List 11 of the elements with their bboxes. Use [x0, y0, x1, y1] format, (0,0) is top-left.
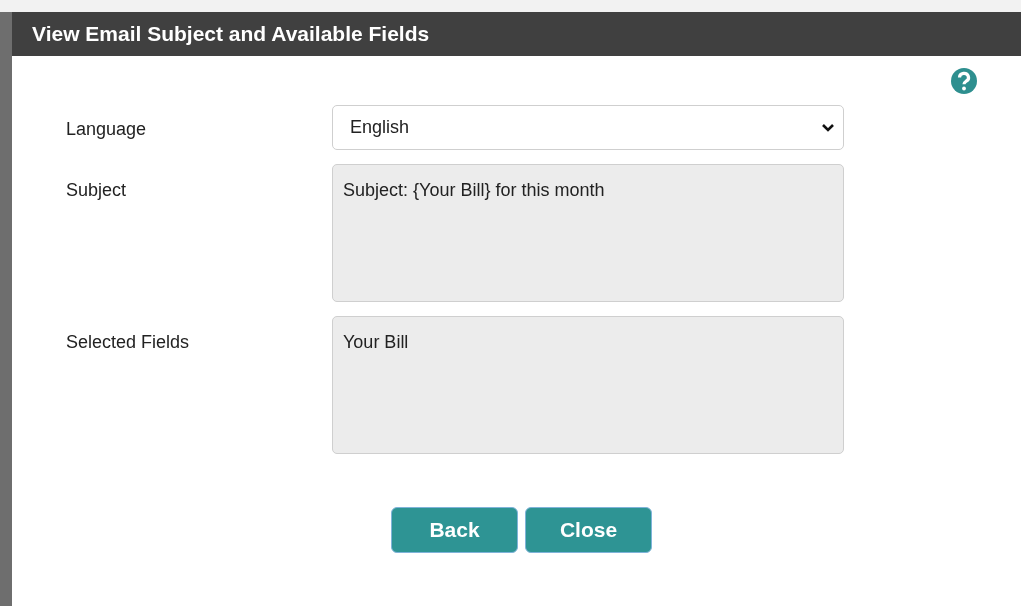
text-area[interactable]: Your Bill — [332, 316, 844, 454]
chevron-down-icon — [821, 122, 835, 133]
help-icon[interactable] — [950, 67, 978, 95]
dialog-button[interactable]: Back — [391, 507, 518, 553]
dialog-title: View Email Subject and Available Fields — [32, 21, 430, 48]
field-label: Language — [65, 118, 148, 141]
field-label: Selected Fields — [65, 331, 191, 354]
language-select[interactable]: English — [332, 105, 844, 150]
field-label: Subject — [65, 179, 128, 202]
text-area[interactable]: Subject: {Your Bill} for this month — [332, 164, 844, 302]
dialog-button[interactable]: Close — [525, 507, 652, 553]
